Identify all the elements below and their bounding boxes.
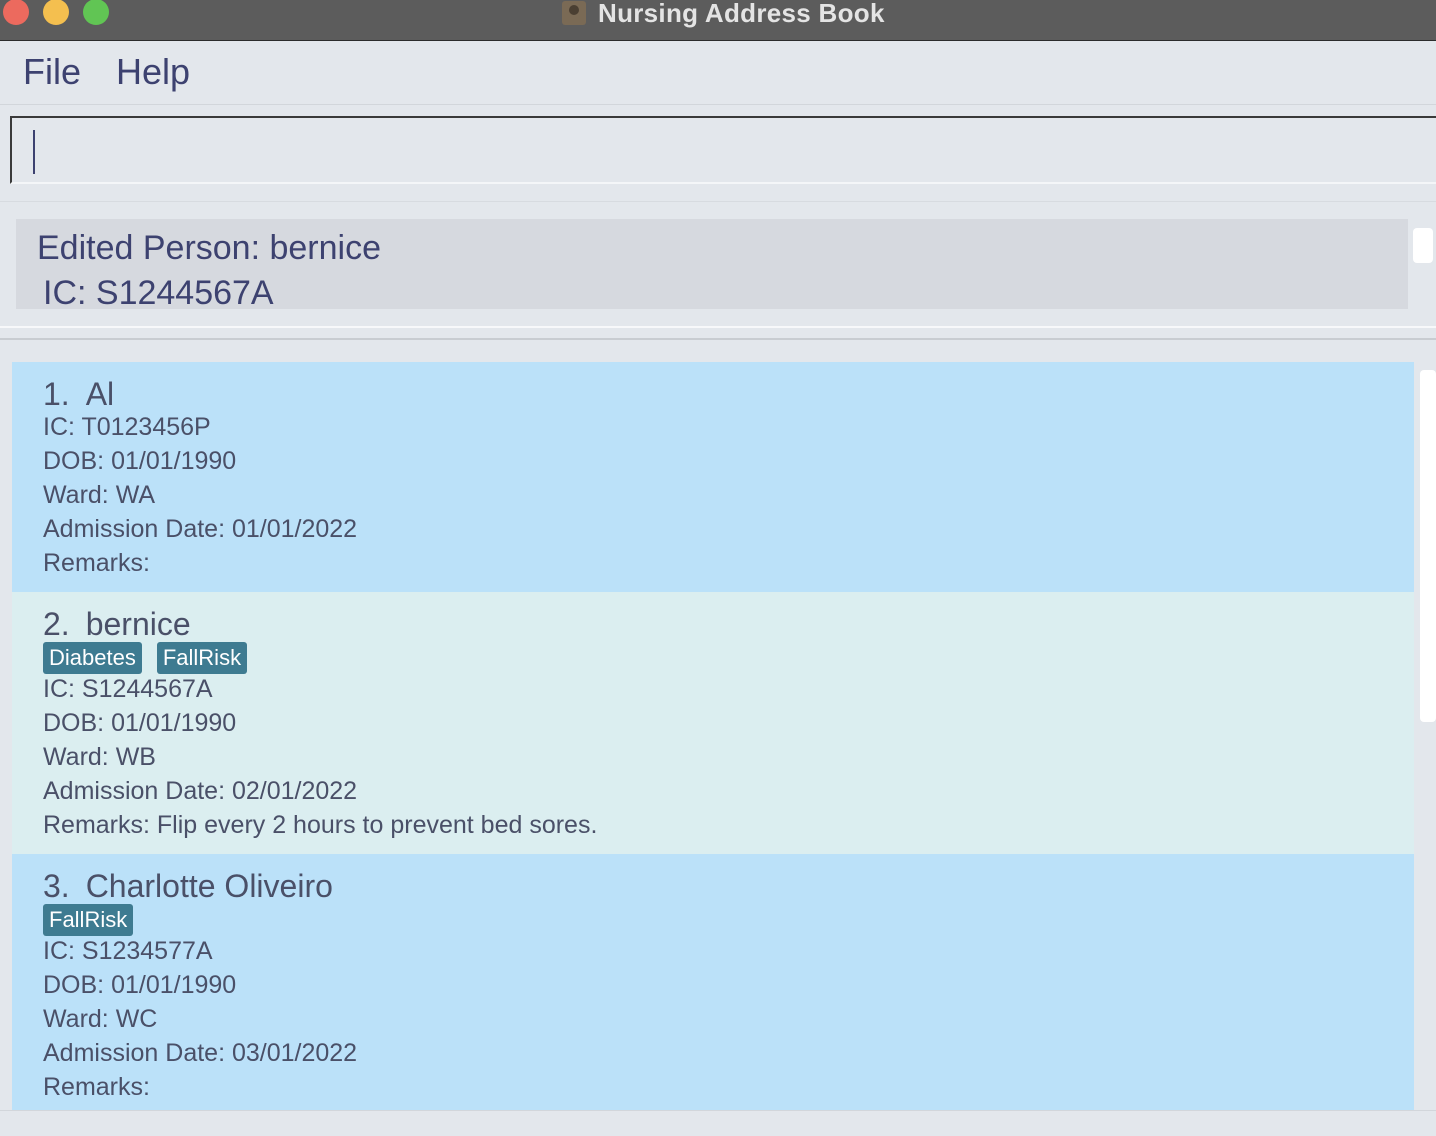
- command-input[interactable]: [10, 116, 1436, 184]
- person-dob: DOB: 01/01/1990: [43, 709, 237, 737]
- maximize-window-button[interactable]: [83, 0, 109, 25]
- minimize-window-button[interactable]: [43, 0, 69, 25]
- tag-diabetes: Diabetes: [43, 642, 142, 674]
- person-index: 1.: [43, 376, 70, 412]
- menu-help[interactable]: Help: [116, 51, 190, 93]
- person-name: Al: [85, 376, 115, 412]
- window-title-group: Nursing Address Book: [562, 0, 885, 30]
- person-name: bernice: [85, 606, 191, 642]
- person-index: 3.: [43, 868, 70, 904]
- person-dob: DOB: 01/01/1990: [43, 447, 237, 475]
- status-bar: [0, 1110, 1436, 1136]
- person-name-row: 1. Al: [43, 376, 114, 413]
- person-remarks: Remarks:: [43, 1073, 150, 1101]
- result-display: Edited Person: bernice IC: S1244567A: [16, 219, 1408, 312]
- window-title: Nursing Address Book: [598, 0, 885, 28]
- text-caret: [33, 130, 35, 174]
- app-window: Nursing Address Book File Help Edited Pe…: [0, 0, 1436, 1136]
- address-book-icon: [562, 1, 586, 25]
- person-ward: Ward: WB: [43, 743, 156, 771]
- title-bar[interactable]: Nursing Address Book: [0, 0, 1436, 41]
- result-message: Edited Person: bernice: [37, 229, 381, 267]
- command-box-area: [0, 105, 1436, 202]
- person-ward: Ward: WC: [43, 1005, 158, 1033]
- menu-bar: File Help: [0, 41, 1436, 105]
- close-window-button[interactable]: [3, 0, 29, 25]
- person-name-row: 2. bernice: [43, 606, 191, 643]
- person-admission-date: Admission Date: 02/01/2022: [43, 777, 358, 805]
- person-ic: IC: S1244567A: [43, 675, 213, 703]
- person-card[interactable]: 3. Charlotte Oliveiro FallRisk IC: S12345…: [12, 854, 1414, 1110]
- person-dob: DOB: 01/01/1990: [43, 971, 237, 999]
- menu-file[interactable]: File: [23, 51, 81, 93]
- person-ic: IC: T0123456P: [43, 413, 211, 441]
- split-pane-divider[interactable]: [0, 326, 1436, 340]
- result-scrollbar[interactable]: [1413, 228, 1433, 263]
- person-list-scrollbar[interactable]: [1420, 370, 1436, 722]
- person-card[interactable]: 1. Al IC: T0123456P DOB: 01/01/1990 Ward:…: [12, 362, 1414, 592]
- result-detail: IC: S1244567A: [43, 274, 274, 312]
- person-name: Charlotte Oliveiro: [85, 868, 333, 904]
- person-index: 2.: [43, 606, 70, 642]
- person-remarks: Remarks: Flip every 2 hours to prevent b…: [43, 811, 598, 839]
- person-admission-date: Admission Date: 01/01/2022: [43, 515, 358, 543]
- person-list[interactable]: 1. Al IC: T0123456P DOB: 01/01/1990 Ward:…: [12, 362, 1414, 1110]
- person-ic: IC: S1234577A: [43, 937, 213, 965]
- person-card[interactable]: 2. bernice Diabetes FallRisk IC: S1244567…: [12, 592, 1414, 854]
- person-name-row: 3. Charlotte Oliveiro: [43, 868, 333, 905]
- person-tags: Diabetes FallRisk: [43, 642, 248, 674]
- person-tags: FallRisk: [43, 904, 134, 936]
- person-admission-date: Admission Date: 03/01/2022: [43, 1039, 358, 1067]
- tag-fallrisk: FallRisk: [156, 642, 248, 674]
- person-remarks: Remarks:: [43, 549, 150, 577]
- person-ward: Ward: WA: [43, 481, 156, 509]
- tag-fallrisk: FallRisk: [43, 904, 134, 936]
